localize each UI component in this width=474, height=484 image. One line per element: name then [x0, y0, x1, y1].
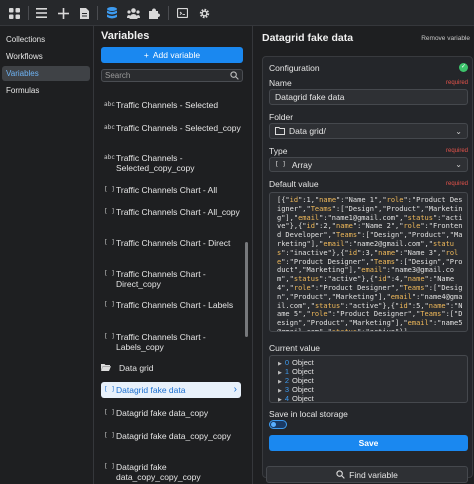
variable-label: Traffic Channels - Selected_copy_copy — [116, 153, 195, 173]
variable-label: Datagrid fake data_copy_copy_copy — [116, 462, 201, 482]
caret-right-icon: ▶ — [278, 397, 282, 403]
variable-label: Traffic Channels Chart - Direct — [116, 238, 231, 248]
folder-open-icon — [101, 363, 111, 374]
nav-item-variables[interactable]: Variables — [2, 66, 90, 81]
caret-right-icon: ▶ — [278, 361, 282, 367]
variable-detail-panel: Datagrid fake data Remove variable Confi… — [254, 26, 474, 484]
search-icon — [336, 470, 345, 479]
required-badge: required — [445, 80, 468, 86]
folder-label: Data grid — [119, 363, 154, 373]
left-nav: Collections Workflows Variables Formulas — [0, 26, 94, 484]
variables-title: Variables — [101, 30, 150, 42]
local-storage-label: Save in local storage — [269, 409, 348, 419]
string-type-icon: abc — [104, 124, 115, 131]
required-badge: required — [445, 148, 468, 154]
variable-label: Traffic Channels Chart - Direct_copy — [116, 269, 206, 289]
folder-select[interactable]: Data grid/ ⌄ — [269, 123, 468, 139]
puzzle-icon[interactable] — [146, 5, 162, 21]
array-type-icon: [ ] — [104, 333, 115, 340]
default-value-editor[interactable]: [{"id":1,"name":"Name 1","role":"Product… — [269, 192, 468, 332]
list-scrollbar[interactable] — [245, 242, 248, 337]
type-value: Array — [291, 159, 313, 170]
find-variable-button[interactable]: Find variable — [266, 466, 468, 483]
document-icon[interactable] — [76, 5, 92, 21]
tree-node[interactable]: ▶ 4 Object — [278, 395, 467, 404]
type-label: Type — [269, 146, 288, 156]
default-value-label: Default value — [269, 179, 319, 189]
list-icon[interactable] — [33, 5, 49, 21]
toolbar-separator — [97, 6, 98, 20]
current-value-tree: ▶ 0 Object ▶ 1 Object ▶ 2 Object ▶ 3 Object ▶ 4 Ob… — [269, 355, 468, 403]
add-variable-label: Add variable — [152, 50, 201, 60]
add-variable-button[interactable]: + Add variable — [101, 47, 243, 63]
variable-label: Traffic Channels - Selected_copy — [116, 123, 241, 133]
array-type-icon: [ ] — [104, 409, 115, 416]
chevron-right-icon: › — [233, 384, 237, 395]
plus-icon: + — [143, 50, 149, 60]
array-type-icon: [ ] — [104, 186, 115, 193]
search-input[interactable] — [105, 70, 225, 81]
variable-label: Datagrid fake data — [116, 385, 186, 395]
local-storage-toggle[interactable] — [269, 420, 287, 429]
plus-icon[interactable] — [55, 5, 71, 21]
search-box[interactable] — [101, 69, 243, 82]
variables-panel: Variables + Add variable abc Traffic Cha… — [95, 26, 253, 484]
configuration-card: Configuration ✓ Name required Datagrid f… — [262, 56, 473, 478]
current-value-label: Current value — [269, 343, 321, 353]
array-type-icon: [ ] — [104, 463, 115, 470]
string-type-icon: abc — [104, 154, 115, 161]
users-icon[interactable] — [125, 5, 141, 21]
configuration-heading: Configuration — [269, 63, 320, 73]
grid-icon[interactable] — [6, 5, 22, 21]
top-toolbar — [0, 0, 474, 26]
caret-right-icon: ▶ — [278, 379, 282, 385]
database-icon[interactable] — [104, 5, 120, 21]
variable-label: Traffic Channels Chart - Labels — [116, 300, 234, 310]
nav-item-collections[interactable]: Collections — [2, 32, 90, 47]
toggle-knob — [271, 422, 276, 427]
save-button[interactable]: Save — [269, 435, 468, 451]
array-type-icon: [ ] — [104, 239, 115, 246]
variable-label: Traffic Channels Chart - Labels_copy — [116, 332, 206, 352]
variables-list: abc Traffic Channels - Selected abc Traf… — [95, 92, 245, 484]
chevron-down-icon: ⌄ — [455, 160, 462, 169]
chevron-down-icon: ⌄ — [455, 126, 462, 136]
remove-variable-button[interactable]: Remove variable — [421, 35, 470, 42]
caret-right-icon: ▶ — [278, 388, 282, 394]
name-label: Name — [269, 78, 292, 88]
variable-label: Datagrid fake data_copy — [116, 408, 209, 418]
check-circle-icon: ✓ — [459, 63, 468, 72]
gear-icon[interactable] — [196, 5, 212, 21]
find-variable-label: Find variable — [349, 469, 398, 480]
type-select[interactable]: [ ] Array ⌄ — [269, 157, 468, 172]
required-badge: required — [445, 181, 468, 187]
array-type-icon: [ ] — [104, 301, 115, 308]
toolbar-separator — [168, 6, 169, 20]
caret-right-icon: ▶ — [278, 370, 282, 376]
folder-value: Data grid/ — [289, 126, 326, 136]
array-type-icon: [ ] — [104, 208, 115, 215]
nav-item-workflows[interactable]: Workflows — [2, 49, 90, 64]
folder-icon — [275, 127, 285, 135]
code-icon[interactable] — [174, 5, 190, 21]
variable-label: Traffic Channels Chart - All — [116, 185, 218, 195]
nav-item-formulas[interactable]: Formulas — [2, 83, 90, 98]
folder-label: Folder — [269, 112, 294, 122]
array-type-icon: [ ] — [104, 386, 115, 393]
array-type-icon: [ ] — [104, 432, 115, 439]
variable-label: Traffic Channels Chart - All_copy — [116, 207, 240, 217]
list-item-selected[interactable]: [ ] Datagrid fake data › — [101, 382, 241, 398]
detail-title: Datagrid fake data — [262, 32, 354, 44]
variable-label: Datagrid fake data_copy_copy — [116, 431, 231, 441]
search-icon — [230, 71, 239, 80]
array-type-icon: [ ] — [275, 161, 286, 168]
name-value: Datagrid fake data — [275, 92, 345, 102]
name-input[interactable]: Datagrid fake data — [269, 89, 468, 105]
toolbar-separator — [28, 6, 29, 20]
variable-label: Traffic Channels - Selected — [116, 100, 219, 110]
string-type-icon: abc — [104, 101, 115, 108]
array-type-icon: [ ] — [104, 270, 115, 277]
